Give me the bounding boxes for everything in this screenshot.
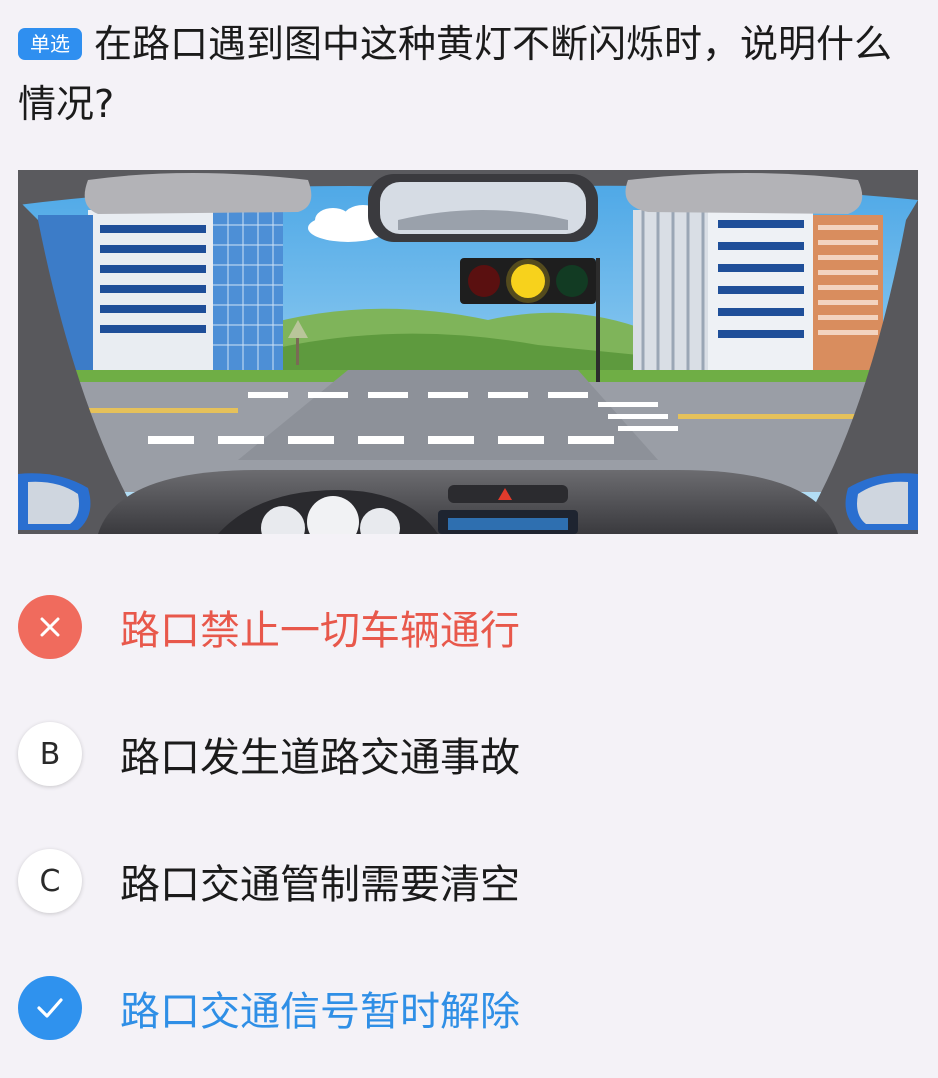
question-illustration bbox=[18, 170, 918, 534]
option-d-text: 路口交通信号暂时解除 bbox=[120, 989, 520, 1035]
option-c-text: 路口交通管制需要清空 bbox=[120, 862, 520, 908]
option-d[interactable]: 路口交通信号暂时解除 bbox=[18, 974, 918, 1042]
option-b[interactable]: B 路口发生道路交通事故 bbox=[18, 720, 918, 788]
question-text: 在路口遇到图中这种黄灯不断闪烁时，说明什么情况? bbox=[18, 22, 893, 126]
cross-icon bbox=[40, 617, 60, 637]
option-b-text: 路口发生道路交通事故 bbox=[120, 735, 520, 781]
option-c-marker: C bbox=[18, 849, 82, 913]
option-c[interactable]: C 路口交通管制需要清空 bbox=[18, 847, 918, 915]
question-type-badge: 单选 bbox=[18, 28, 82, 60]
option-a[interactable]: 路口禁止一切车辆通行 bbox=[18, 593, 918, 661]
check-icon bbox=[37, 998, 63, 1018]
option-a-marker bbox=[18, 595, 82, 659]
option-d-marker bbox=[18, 976, 82, 1040]
option-b-marker: B bbox=[18, 722, 82, 786]
option-a-text: 路口禁止一切车辆通行 bbox=[120, 608, 520, 654]
question-text-block: 单选 在路口遇到图中这种黄灯不断闪烁时，说明什么情况? bbox=[18, 14, 918, 134]
